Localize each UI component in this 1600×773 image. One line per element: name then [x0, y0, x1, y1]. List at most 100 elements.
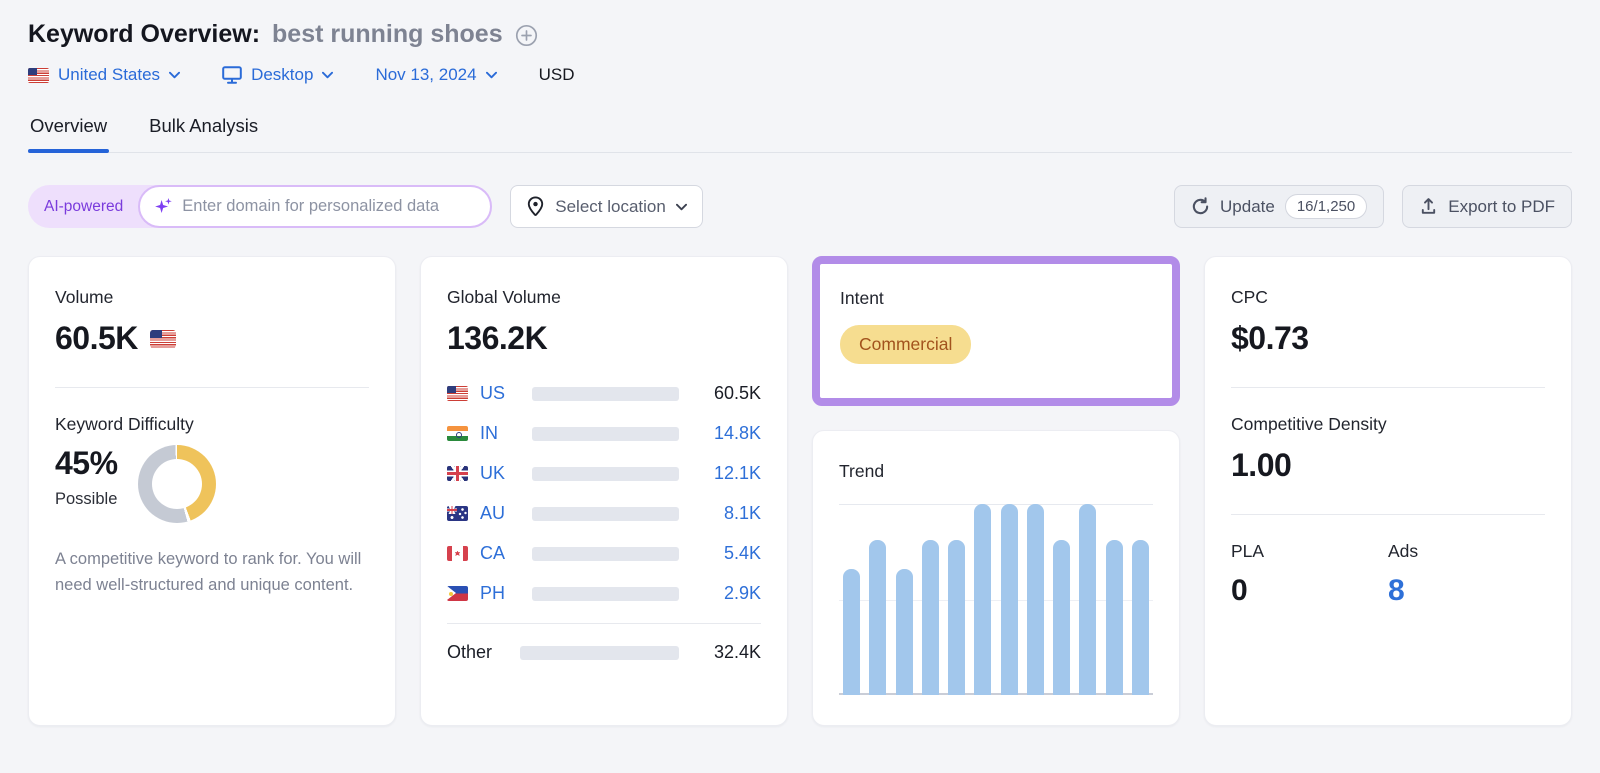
country-filter[interactable]: United States — [28, 65, 181, 85]
country-volume-value: 60.5K — [713, 383, 761, 403]
trend-bar — [1026, 504, 1044, 695]
add-keyword-icon[interactable] — [515, 24, 538, 47]
trend-bar — [843, 568, 860, 695]
refresh-icon — [1191, 197, 1210, 216]
country-volume-bar — [532, 386, 679, 401]
trend-bar — [948, 540, 966, 695]
global-volume-card: Global Volume 136.2K US 60.5K IN 14.8K U… — [420, 256, 788, 726]
country-flag-icon — [447, 466, 468, 481]
country-flag-icon — [447, 506, 468, 521]
other-value: 32.4K — [713, 642, 761, 662]
divider — [1231, 387, 1545, 388]
us-flag-icon — [149, 329, 176, 348]
global-volume-value: 136.2K — [447, 320, 548, 356]
date-filter[interactable]: Nov 13, 2024 — [375, 65, 497, 85]
trend-bar — [921, 540, 939, 695]
country-filter-label: United States — [58, 65, 161, 84]
country-row: PH 2.9K — [447, 583, 761, 604]
country-code-link[interactable]: PH — [480, 583, 520, 604]
country-row: AU 8.1K — [447, 503, 761, 524]
domain-input-wrap — [138, 185, 493, 228]
trend-card: Trend — [812, 430, 1180, 726]
other-row: Other 32.4K — [447, 642, 761, 663]
keyword-text: best running shoes — [272, 20, 503, 48]
divider — [447, 623, 761, 624]
country-code-link[interactable]: AU — [480, 503, 520, 524]
keyword-difficulty-value: 45% — [55, 445, 118, 481]
cpc-value: $0.73 — [1231, 320, 1309, 356]
currency-label: USD — [538, 65, 575, 84]
country-volume-value[interactable]: 14.8K — [691, 423, 761, 444]
competitive-density-value: 1.00 — [1231, 447, 1292, 483]
metrics-grid: Volume 60.5K Keyword Difficulty 45% Poss… — [28, 256, 1572, 726]
tab-bar: Overview Bulk Analysis — [28, 111, 1572, 153]
country-list: US 60.5K IN 14.8K UK 12.1K AU 8.1K CA 5.… — [447, 383, 761, 604]
sparkles-icon — [154, 197, 173, 216]
toolbar: AI-powered Select location Update 16 — [28, 185, 1572, 228]
intent-highlight-box: Intent Commercial — [812, 256, 1180, 406]
keyword-difficulty-donut — [137, 445, 216, 523]
country-volume-value[interactable]: 12.1K — [691, 463, 761, 484]
filter-bar: United States Desktop Nov 13, 2024 USD — [28, 65, 1572, 85]
country-flag-icon — [447, 426, 468, 441]
trend-label: Trend — [839, 461, 885, 481]
trend-bar — [869, 540, 887, 695]
country-volume-value[interactable]: 5.4K — [691, 543, 761, 564]
update-usage-counter: 16/1,250 — [1284, 194, 1368, 219]
intent-badge: Commercial — [840, 325, 972, 364]
location-select-label: Select location — [555, 196, 666, 216]
country-volume-value[interactable]: 8.1K — [691, 503, 761, 524]
country-code-link[interactable]: CA — [480, 543, 520, 564]
page-header: Keyword Overview: best running shoes — [28, 20, 1572, 49]
keyword-difficulty-qualifier: Possible — [55, 490, 118, 508]
ads-value[interactable]: 8 — [1388, 574, 1545, 608]
tab-bulk-analysis[interactable]: Bulk Analysis — [147, 111, 260, 152]
keyword-difficulty-description: A competitive keyword to rank for. You w… — [55, 550, 362, 594]
other-label: Other — [447, 642, 493, 662]
other-bar — [520, 645, 679, 660]
device-filter[interactable]: Desktop — [222, 65, 334, 85]
volume-label: Volume — [55, 287, 114, 307]
cpc-label: CPC — [1231, 287, 1268, 307]
trend-bar — [974, 504, 992, 695]
tab-overview[interactable]: Overview — [28, 111, 110, 153]
trend-bar — [1000, 504, 1018, 695]
export-pdf-label: Export to PDF — [1448, 196, 1555, 216]
update-button[interactable]: Update 16/1,250 — [1174, 185, 1385, 228]
ai-powered-badge: AI-powered — [44, 197, 124, 215]
export-pdf-button[interactable]: Export to PDF — [1402, 185, 1572, 228]
country-volume-bar — [532, 426, 679, 441]
update-button-label: Update — [1220, 196, 1275, 216]
country-flag-icon — [447, 386, 468, 401]
keyword-overview-page: Keyword Overview: best running shoes Uni… — [0, 0, 1600, 726]
country-row: CA 5.4K — [447, 543, 761, 564]
trend-bar — [1105, 540, 1123, 695]
country-code-link[interactable]: UK — [480, 463, 520, 484]
page-title: Keyword Overview: — [28, 20, 261, 48]
domain-input[interactable] — [182, 197, 473, 216]
pla-ads-block: PLA 0 Ads 8 — [1231, 541, 1545, 608]
country-volume-bar — [532, 506, 679, 521]
cpc-card: CPC $0.73 Competitive Density 1.00 PLA 0… — [1204, 256, 1572, 726]
trend-bar — [895, 568, 913, 695]
country-flag-icon — [447, 546, 468, 561]
intent-label: Intent — [840, 288, 884, 308]
divider — [1231, 514, 1545, 515]
chevron-down-icon — [322, 71, 334, 79]
chevron-down-icon — [675, 203, 687, 211]
export-icon — [1419, 197, 1438, 216]
monitor-icon — [222, 66, 242, 84]
country-code-link[interactable]: US — [480, 383, 520, 404]
country-volume-bar — [532, 466, 679, 481]
date-filter-label: Nov 13, 2024 — [375, 65, 477, 84]
country-code-link[interactable]: IN — [480, 423, 520, 444]
pla-value: 0 — [1231, 574, 1248, 607]
country-row: UK 12.1K — [447, 463, 761, 484]
location-pin-icon — [526, 196, 545, 217]
chevron-down-icon — [169, 71, 181, 79]
trend-bar — [1079, 504, 1097, 695]
location-select[interactable]: Select location — [510, 185, 703, 228]
intent-trend-column: Intent Commercial Trend — [812, 256, 1180, 726]
pla-label: PLA — [1231, 541, 1265, 561]
country-volume-value[interactable]: 2.9K — [691, 583, 761, 604]
